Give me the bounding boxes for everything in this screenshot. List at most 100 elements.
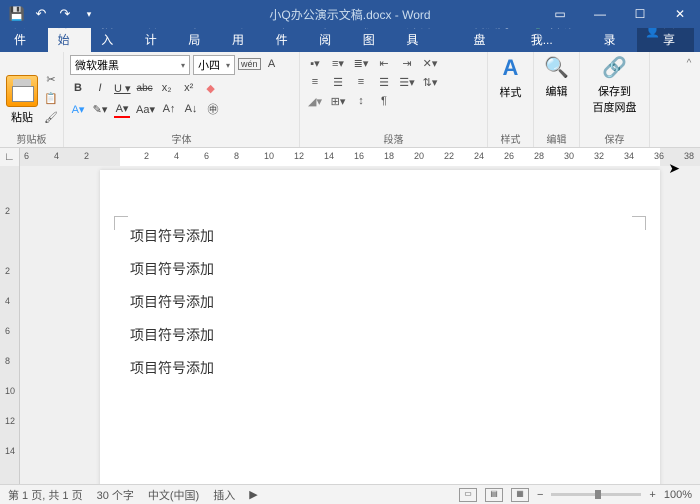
clear-formatting-icon[interactable]: ◆ (203, 79, 219, 97)
zoom-level[interactable]: 100% (664, 489, 692, 501)
sort-icon[interactable]: ↕ (352, 93, 370, 109)
window-title: 小Q办公演示文稿.docx - Word (269, 6, 430, 23)
subscript-button[interactable]: x₂ (159, 79, 175, 97)
ribbon-display-icon[interactable]: ▭ (540, 0, 580, 28)
horizontal-ruler[interactable]: ∟ 6422468101214161820222426283032343638 (0, 148, 700, 166)
vertical-ruler[interactable]: 22468101214 (0, 166, 20, 484)
change-case-icon[interactable]: Aa▾ (136, 100, 155, 118)
align-center-icon[interactable]: ☰ (329, 74, 347, 90)
character-border-icon[interactable]: A (264, 55, 280, 73)
bullets-icon[interactable]: ▪▾ (306, 55, 324, 71)
text-line[interactable]: 项目符号添加 (130, 325, 630, 345)
document-page[interactable]: 项目符号添加 项目符号添加 项目符号添加 项目符号添加 项目符号添加 (100, 170, 660, 484)
align-left-icon[interactable]: ≡ (306, 74, 324, 90)
group-clipboard: 粘贴 ✂ 📋 🖌 剪贴板 (0, 52, 64, 147)
save-icon[interactable]: 💾 (6, 3, 28, 25)
text-line[interactable]: 项目符号添加 (130, 259, 630, 279)
multilevel-list-icon[interactable]: ≣▾ (352, 55, 370, 71)
format-painter-icon[interactable]: 🖌 (42, 111, 60, 127)
decrease-indent-icon[interactable]: ⇤ (375, 55, 393, 71)
find-icon: 🔍 (544, 55, 569, 80)
window-controls: ▭ — ☐ ✕ (540, 0, 700, 28)
zoom-slider[interactable] (551, 493, 641, 496)
status-bar: 第 1 页, 共 1 页 30 个字 中文(中国) 插入 ▶ ▭ ▤ ▦ − +… (0, 484, 700, 504)
italic-button[interactable]: I (92, 79, 108, 97)
phonetic-guide-icon[interactable]: wén (238, 55, 261, 73)
chevron-down-icon: ▾ (181, 61, 185, 70)
shading-icon[interactable]: ◢▾ (306, 93, 324, 109)
minimize-icon[interactable]: — (580, 0, 620, 28)
zoom-out-icon[interactable]: − (537, 489, 543, 501)
underline-button[interactable]: U ▾ (114, 79, 131, 97)
text-line[interactable]: 项目符号添加 (130, 226, 630, 246)
redo-icon[interactable]: ↷ (54, 3, 76, 25)
font-color-icon[interactable]: A▾ (114, 100, 130, 118)
borders-icon[interactable]: ⊞▾ (329, 93, 347, 109)
document-area: 22468101214 项目符号添加 项目符号添加 项目符号添加 项目符号添加 … (0, 166, 700, 484)
margin-corner-icon (632, 216, 646, 230)
asian-layout-icon[interactable]: ✕▾ (421, 55, 439, 71)
highlight-color-icon[interactable]: ✎▾ (92, 100, 108, 118)
collapse-ribbon-icon[interactable]: ^ (682, 56, 696, 70)
paste-icon[interactable] (6, 75, 38, 107)
group-label-save: 保存 (580, 131, 649, 146)
strikethrough-button[interactable]: abc (137, 79, 153, 97)
print-layout-icon[interactable]: ▤ (485, 488, 503, 502)
page-viewport[interactable]: 项目符号添加 项目符号添加 项目符号添加 项目符号添加 项目符号添加 (20, 166, 700, 484)
editing-button[interactable]: 🔍 编辑 (540, 55, 573, 99)
undo-icon[interactable]: ↶ (30, 3, 52, 25)
group-styles: A 样式 样式 (488, 52, 534, 147)
cut-icon[interactable]: ✂ (42, 73, 60, 89)
bold-button[interactable]: B (70, 79, 86, 97)
language-status[interactable]: 中文(中国) (148, 487, 199, 503)
group-editing: 🔍 编辑 编辑 (534, 52, 580, 147)
group-label-paragraph: 段落 (300, 131, 487, 146)
word-count[interactable]: 30 个字 (97, 487, 134, 503)
ribbon-tabs: 文件 开始 插入 设计 布局 引用 邮件 审阅 视图 开发工具 百度网盘 💡 告… (0, 28, 700, 52)
group-save: 🔗 保存到 百度网盘 保存 (580, 52, 650, 147)
align-right-icon[interactable]: ≡ (352, 74, 370, 90)
shrink-font-icon[interactable]: A↓ (183, 100, 199, 118)
copy-icon[interactable]: 📋 (42, 92, 60, 108)
styles-button[interactable]: A 样式 (494, 55, 527, 100)
qat-more-icon[interactable]: ▾ (78, 3, 100, 25)
mouse-cursor-icon: ➤ (668, 160, 680, 177)
show-marks-icon[interactable]: ¶ (375, 93, 393, 109)
macro-status-icon[interactable]: ▶ (249, 488, 257, 501)
baidu-cloud-icon: 🔗 (602, 55, 627, 80)
chevron-down-icon: ▾ (226, 61, 230, 70)
enclose-char-icon[interactable]: ㊥ (205, 100, 221, 118)
zoom-in-icon[interactable]: + (649, 489, 655, 501)
paste-button[interactable]: 粘贴 (11, 109, 33, 125)
numbering-icon[interactable]: ≡▾ (329, 55, 347, 71)
group-paragraph: ▪▾ ≡▾ ≣▾ ⇤ ⇥ ✕▾ ≡ ☰ ≡ ☰ ☰▾ ⇅▾ ◢▾ ⊞▾ ↕ ¶ (300, 52, 488, 147)
superscript-button[interactable]: x² (181, 79, 197, 97)
read-mode-icon[interactable]: ▭ (459, 488, 477, 502)
save-baidu-button[interactable]: 🔗 保存到 百度网盘 (586, 55, 643, 115)
group-label-editing: 编辑 (534, 131, 579, 146)
quick-access-toolbar: 💾 ↶ ↷ ▾ (0, 3, 100, 25)
page-count[interactable]: 第 1 页, 共 1 页 (8, 487, 83, 503)
maximize-icon[interactable]: ☐ (620, 0, 660, 28)
distributed-icon[interactable]: ☰▾ (398, 74, 416, 90)
increase-indent-icon[interactable]: ⇥ (398, 55, 416, 71)
text-line[interactable]: 项目符号添加 (130, 292, 630, 312)
justify-icon[interactable]: ☰ (375, 74, 393, 90)
font-name-select[interactable]: 微软雅黑▾ (70, 55, 190, 75)
text-effects-icon[interactable]: A▾ (70, 100, 86, 118)
web-layout-icon[interactable]: ▦ (511, 488, 529, 502)
tab-selector-icon[interactable]: ∟ (0, 148, 20, 166)
styles-icon: A (503, 55, 519, 81)
group-label-clipboard: 剪贴板 (0, 131, 63, 146)
font-size-select[interactable]: 小四▾ (193, 55, 235, 75)
grow-font-icon[interactable]: A↑ (161, 100, 177, 118)
text-line[interactable]: 项目符号添加 (130, 358, 630, 378)
insert-mode[interactable]: 插入 (213, 487, 235, 503)
ribbon: 粘贴 ✂ 📋 🖌 剪贴板 微软雅黑▾ 小四▾ wén A B I U ▾ abc (0, 52, 700, 148)
group-font: 微软雅黑▾ 小四▾ wén A B I U ▾ abc x₂ x² ◆ A▾ ✎… (64, 52, 300, 147)
close-icon[interactable]: ✕ (660, 0, 700, 28)
title-bar: 💾 ↶ ↷ ▾ 小Q办公演示文稿.docx - Word ▭ — ☐ ✕ (0, 0, 700, 28)
line-spacing-icon[interactable]: ⇅▾ (421, 74, 439, 90)
group-label-font: 字体 (64, 131, 299, 146)
group-label-styles: 样式 (488, 131, 533, 146)
